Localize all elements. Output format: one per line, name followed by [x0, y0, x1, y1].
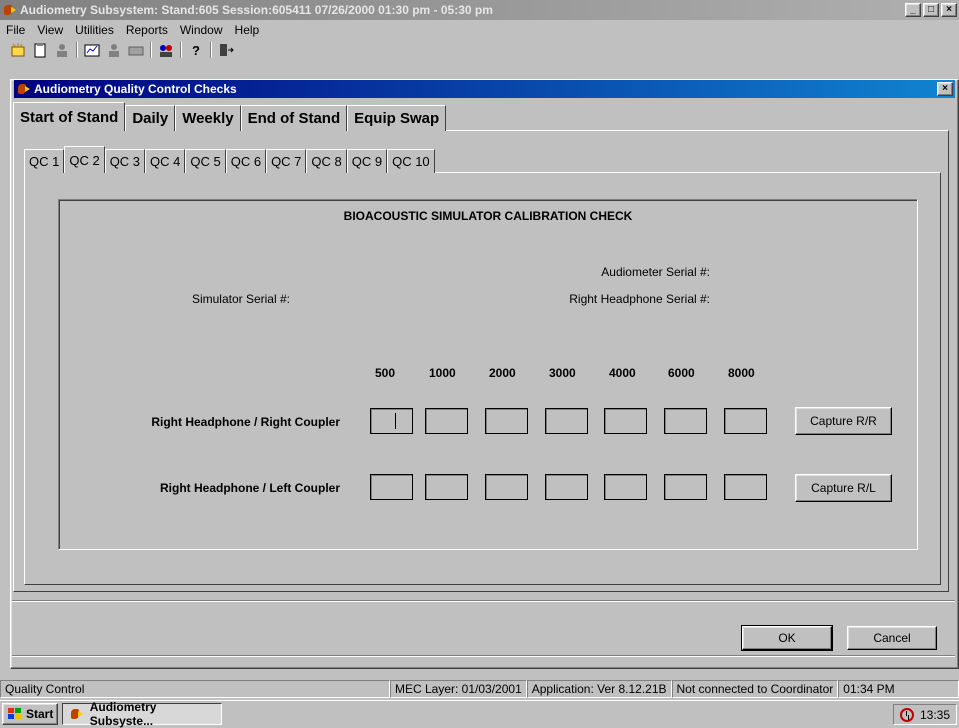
new-icon[interactable]: [10, 42, 26, 58]
rl-input-2000[interactable]: [485, 474, 528, 500]
toolbar-separator: [210, 42, 212, 58]
scheduler-icon[interactable]: [899, 707, 914, 722]
toolbar-separator: [150, 42, 152, 58]
audiometer-serial-label: Audiometer Serial #:: [601, 265, 710, 279]
main-tabs: Start of Stand Daily Weekly End of Stand…: [13, 102, 447, 131]
app-title: Audiometry Subsystem: Stand:605 Session:…: [20, 3, 493, 17]
svg-text:?: ?: [192, 43, 200, 58]
rl-input-500[interactable]: [370, 474, 413, 500]
freq-header-8000: 8000: [728, 366, 755, 380]
status-bar: Quality Control MEC Layer: 01/03/2001 Ap…: [0, 679, 959, 699]
rr-input-6000[interactable]: [664, 408, 707, 434]
dialog-title: Audiometry Quality Control Checks: [34, 82, 237, 96]
right-headphone-serial-label: Right Headphone Serial #:: [569, 292, 710, 306]
tab-end-of-stand[interactable]: End of Stand: [240, 105, 348, 131]
menu-reports[interactable]: Reports: [120, 23, 174, 37]
users-icon[interactable]: [158, 42, 174, 58]
taskbar-app-button[interactable]: Audiometry Subsyste...: [62, 700, 223, 728]
row-label-right-left: Right Headphone / Left Coupler: [160, 481, 340, 495]
system-tray: 13:35: [892, 704, 957, 725]
tab-qc-5[interactable]: QC 5: [185, 149, 226, 173]
tab-equip-swap[interactable]: Equip Swap: [347, 105, 447, 131]
tab-qc-4[interactable]: QC 4: [145, 149, 186, 173]
menu-bar: File View Utilities Reports Window Help: [0, 20, 959, 39]
windows-logo-icon: [7, 707, 23, 721]
text-cursor: [395, 413, 396, 429]
close-button[interactable]: ×: [941, 3, 957, 17]
rr-input-4000[interactable]: [604, 408, 647, 434]
rl-input-3000[interactable]: [545, 474, 588, 500]
tab-qc-3[interactable]: QC 3: [104, 149, 146, 173]
freq-header-2000: 2000: [489, 366, 516, 380]
menu-view[interactable]: View: [31, 23, 69, 37]
status-coordinator: Not connected to Coordinator: [671, 680, 839, 698]
status-application: Application: Ver 8.12.21B: [526, 680, 672, 698]
status-mec-layer: MEC Layer: 01/03/2001: [390, 680, 527, 698]
tab-qc-9[interactable]: QC 9: [346, 149, 388, 173]
cancel-button[interactable]: Cancel: [847, 626, 937, 650]
tab-daily[interactable]: Daily: [125, 105, 176, 131]
qc-tabs: QC 1 QC 2 QC 3 QC 4 QC 5 QC 6 QC 7 QC 8 …: [24, 146, 435, 173]
rr-input-8000[interactable]: [724, 408, 767, 434]
row-label-right-right: Right Headphone / Right Coupler: [151, 415, 340, 429]
toolbar-separator: [76, 42, 78, 58]
status-time: 01:34 PM: [838, 680, 959, 698]
rr-input-3000[interactable]: [545, 408, 588, 434]
app-task-icon: [70, 707, 84, 721]
status-mode: Quality Control: [0, 680, 390, 698]
help-icon[interactable]: ?: [188, 42, 204, 58]
tab-weekly[interactable]: Weekly: [175, 105, 241, 131]
tab-qc-1[interactable]: QC 1: [24, 149, 65, 173]
tab-qc-10[interactable]: QC 10: [387, 149, 435, 173]
tray-clock[interactable]: 13:35: [920, 708, 950, 722]
app-title-bar[interactable]: Audiometry Subsystem: Stand:605 Session:…: [0, 0, 959, 20]
rr-input-500[interactable]: [370, 408, 413, 434]
dialog-title-bar[interactable]: Audiometry Quality Control Checks ×: [14, 80, 955, 98]
menu-file[interactable]: File: [0, 23, 31, 37]
rl-input-1000[interactable]: [425, 474, 468, 500]
dialog-close-button[interactable]: ×: [937, 82, 953, 96]
exit-icon[interactable]: [218, 42, 234, 58]
freq-header-4000: 4000: [609, 366, 636, 380]
rr-input-1000[interactable]: [425, 408, 468, 434]
menu-utilities[interactable]: Utilities: [69, 23, 120, 37]
taskbar: Start Audiometry Subsyste... 13:35: [0, 700, 959, 728]
menu-help[interactable]: Help: [229, 23, 266, 37]
freq-header-3000: 3000: [549, 366, 576, 380]
ok-button[interactable]: OK: [741, 625, 833, 651]
rr-input-2000[interactable]: [485, 408, 528, 434]
capture-rr-button[interactable]: Capture R/R: [795, 407, 892, 435]
tab-start-of-stand[interactable]: Start of Stand: [13, 102, 126, 131]
menu-window[interactable]: Window: [174, 23, 229, 37]
separator: [12, 655, 955, 657]
capture-rl-button[interactable]: Capture R/L: [795, 474, 892, 502]
minimize-button[interactable]: _: [905, 3, 921, 17]
person2-icon[interactable]: [106, 42, 122, 58]
maximize-button[interactable]: □: [923, 3, 939, 17]
section-title: BIOACOUSTIC SIMULATOR CALIBRATION CHECK: [343, 209, 633, 223]
start-button[interactable]: Start: [2, 703, 59, 725]
chart-icon[interactable]: [84, 42, 100, 58]
freq-header-1000: 1000: [429, 366, 456, 380]
person-icon[interactable]: [54, 42, 70, 58]
freq-header-6000: 6000: [668, 366, 695, 380]
clipboard-icon[interactable]: [32, 42, 48, 58]
tab-qc-7[interactable]: QC 7: [266, 149, 307, 173]
keyboard-icon[interactable]: [128, 42, 144, 58]
taskbar-app-label: Audiometry Subsyste...: [89, 700, 157, 728]
start-label: Start: [26, 707, 54, 721]
tab-qc-2[interactable]: QC 2: [64, 146, 105, 173]
rl-input-6000[interactable]: [664, 474, 707, 500]
rl-input-8000[interactable]: [724, 474, 767, 500]
freq-header-500: 500: [375, 366, 396, 380]
simulator-serial-label: Simulator Serial #:: [191, 292, 290, 306]
rl-input-4000[interactable]: [604, 474, 647, 500]
dialog-icon: [17, 82, 31, 96]
separator: [12, 600, 955, 602]
toolbar-separator: [180, 42, 182, 58]
tab-qc-8[interactable]: QC 8: [306, 149, 347, 173]
app-icon: [3, 3, 17, 17]
toolbar: ?: [0, 39, 959, 61]
tab-qc-6[interactable]: QC 6: [225, 149, 267, 173]
